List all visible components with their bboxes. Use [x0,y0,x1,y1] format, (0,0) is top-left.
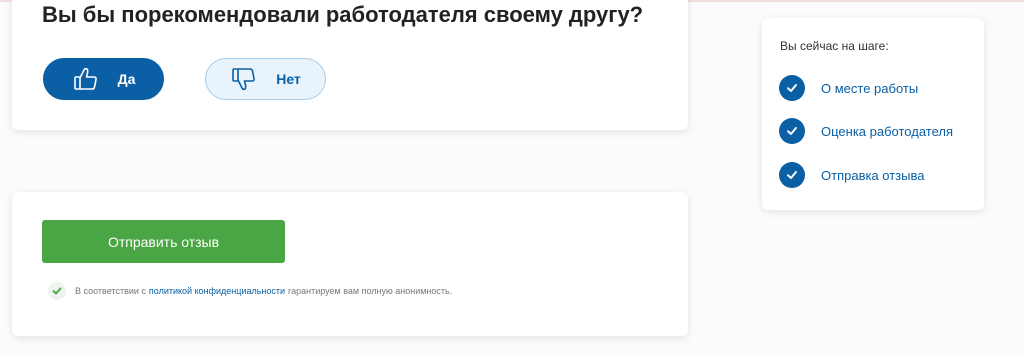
check-icon [779,162,805,188]
thumbs-down-icon [230,65,258,93]
privacy-policy-link[interactable]: политикой конфиденциальности [149,286,285,296]
answer-yes-button[interactable]: Да [43,58,164,100]
check-icon [779,118,805,144]
step-label: Отправка отзыва [821,167,925,183]
step-label: Оценка работодателя [821,123,953,139]
progress-steps-card: Вы сейчас на шаге: О месте работы Оценка… [762,18,984,210]
steps-title: Вы сейчас на шаге: [780,39,889,53]
consent-suffix: гарантируем вам полную анонимность. [288,286,453,296]
step-label: О месте работы [821,80,919,96]
thumbs-up-icon [72,65,100,93]
answer-yes-label: Да [117,71,136,87]
answer-no-button[interactable]: Нет [205,58,326,100]
check-icon[interactable] [48,282,66,300]
step-item-workplace[interactable]: О месте работы [779,75,918,101]
step-item-submit-review[interactable]: Отправка отзыва [779,162,924,188]
check-icon [779,75,805,101]
recommend-question-card: Вы бы порекомендовали работодателя своем… [12,0,688,130]
consent-prefix: В соответствии с [75,286,146,296]
step-item-employer-rating[interactable]: Оценка работодателя [779,118,953,144]
submit-review-button[interactable]: Отправить отзыв [42,220,285,263]
question-title: Вы бы порекомендовали работодателя своем… [42,2,644,27]
anonymity-consent: В соответствии с политикой конфиденциаль… [48,282,452,300]
answer-no-label: Нет [276,71,301,87]
submit-card: Отправить отзыв В соответствии с политик… [12,192,688,336]
